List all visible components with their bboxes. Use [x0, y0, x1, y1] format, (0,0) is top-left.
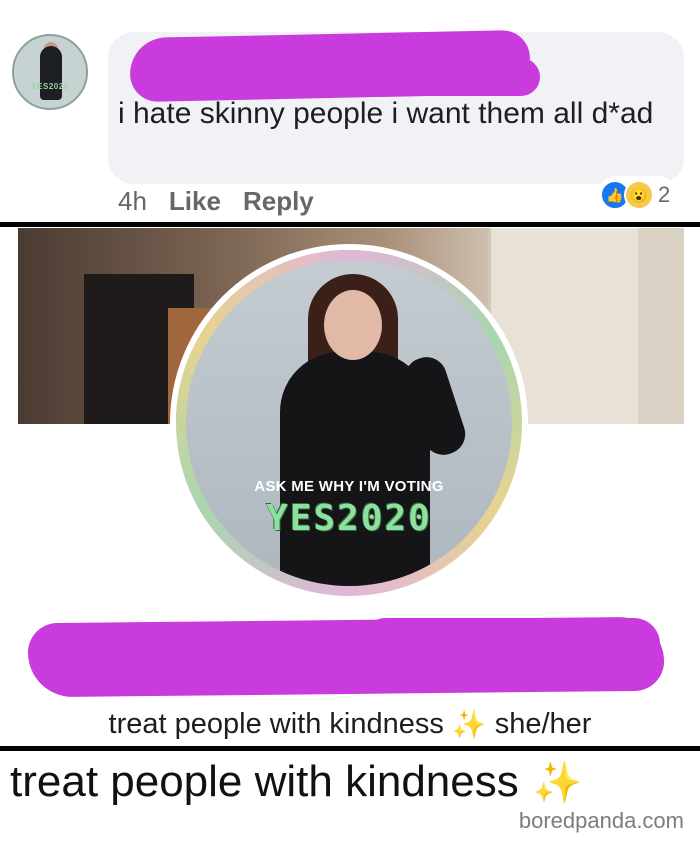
comment-time: 4h: [118, 186, 147, 216]
profile-picture[interactable]: ASK ME WHY I'M VOTING YES2020: [186, 260, 512, 586]
wow-reaction-icon: 😮: [624, 180, 654, 210]
panel-divider: [0, 222, 700, 227]
redacted-commenter-name-extra: [380, 58, 540, 96]
bio-pronouns: she/her: [494, 707, 592, 740]
reaction-count: 2: [658, 182, 671, 207]
comment-panel: YES2020 i hate skinny people i want them…: [0, 0, 700, 222]
redacted-profile-name-extra: [360, 618, 660, 670]
bio-text: treat people with kindness: [108, 707, 444, 740]
panel-divider-bottom: [0, 746, 700, 751]
commenter-avatar[interactable]: YES2020: [12, 34, 88, 110]
caption-text: treat people with kindness: [10, 757, 519, 806]
caption-sparkles-icon: ✨: [532, 760, 583, 805]
avatar-badge-text: YES2020: [31, 82, 69, 91]
profile-frame-yes2020: YES2020: [266, 498, 432, 539]
comment-text: i hate skinny people i want them all d*a…: [118, 97, 654, 130]
caption-line: treat people with kindness ✨: [10, 754, 583, 810]
sparkles-icon: ✨: [451, 708, 487, 740]
profile-face: [324, 290, 382, 360]
reply-button[interactable]: Reply: [243, 186, 314, 222]
profile-frame-caption: ASK ME WHY I'M VOTING: [254, 478, 444, 495]
profile-bio: treat people with kindness ✨ she/her: [0, 702, 700, 746]
cover-fridge-side: [638, 228, 684, 424]
avatar-figure: [40, 46, 62, 100]
comment-actions: 4h Like Reply: [118, 186, 314, 222]
watermark: boredpanda.com: [518, 808, 684, 833]
reaction-summary[interactable]: 👍 😮 2: [598, 176, 677, 214]
like-button[interactable]: Like: [169, 186, 221, 222]
